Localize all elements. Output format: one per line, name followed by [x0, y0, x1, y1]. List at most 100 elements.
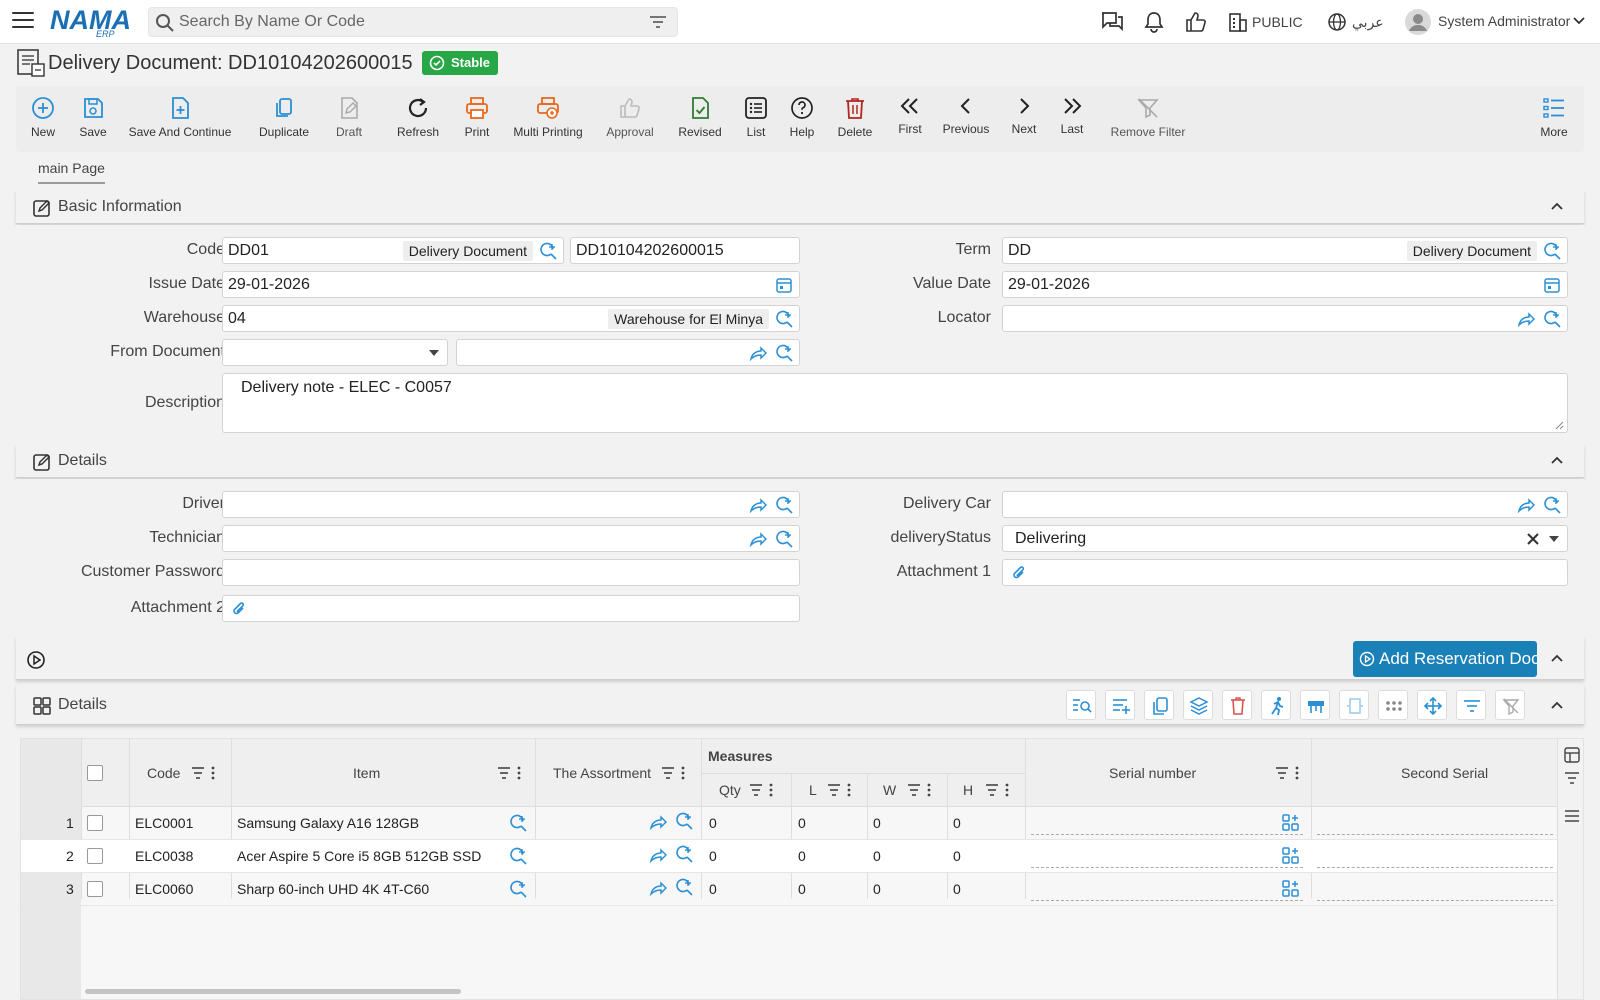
cell-w[interactable]: 0: [873, 881, 881, 897]
column-filter-icon[interactable]: [827, 783, 853, 797]
column-header-qty[interactable]: Qty: [719, 782, 741, 798]
delivery-car-field[interactable]: [1002, 491, 1568, 518]
refresh-button[interactable]: Refresh: [390, 86, 446, 152]
horizontal-scrollbar[interactable]: [85, 989, 461, 994]
share-icon[interactable]: [1517, 310, 1535, 328]
grid-move-button[interactable]: [1417, 690, 1447, 720]
grid-layers-button[interactable]: [1183, 690, 1213, 720]
cell-code[interactable]: ELC0038: [135, 848, 193, 864]
table-row[interactable]: 1 ELC0001 Samsung Galaxy A16 128GB 0 0 0…: [21, 807, 1557, 840]
second-serial-input[interactable]: [1317, 809, 1553, 835]
cell-h[interactable]: 0: [953, 848, 961, 864]
select-all-checkbox[interactable]: [87, 765, 103, 781]
driver-field[interactable]: [222, 491, 800, 518]
value-date-field[interactable]: 29-01-2026: [1002, 271, 1568, 298]
remove-filter-button[interactable]: Remove Filter: [1106, 86, 1190, 152]
add-reservation-button[interactable]: Add Reservation Doc: [1353, 641, 1537, 677]
grid-run-button[interactable]: [1261, 690, 1291, 720]
table-row[interactable]: 3 ELC0060 Sharp 60-inch UHD 4K 4T-C60 0 …: [21, 873, 1557, 906]
grid-delete-button[interactable]: [1222, 690, 1252, 720]
from-document-type-select[interactable]: [222, 339, 448, 366]
lookup-icon[interactable]: [1543, 242, 1561, 260]
share-icon[interactable]: [649, 813, 667, 831]
logo[interactable]: NAMA ERP: [50, 5, 132, 39]
table-row[interactable]: 2 ELC0038 Acer Aspire 5 Core i5 8GB 512G…: [21, 840, 1557, 873]
customer-password-field[interactable]: [222, 559, 800, 586]
add-serial-icon[interactable]: [1281, 879, 1301, 899]
approval-button[interactable]: Approval: [600, 86, 660, 152]
row-checkbox[interactable]: [87, 815, 103, 831]
lookup-icon[interactable]: [509, 847, 527, 865]
serial-number-input[interactable]: [1031, 875, 1303, 901]
cell-item[interactable]: Samsung Galaxy A16 128GB: [237, 815, 419, 831]
share-icon[interactable]: [749, 344, 767, 362]
technician-field[interactable]: [222, 525, 800, 552]
cell-w[interactable]: 0: [873, 815, 881, 831]
next-button[interactable]: Next: [1006, 86, 1042, 152]
bell-icon[interactable]: [1143, 11, 1165, 33]
chevron-up-icon[interactable]: [1550, 455, 1564, 465]
details-form-header[interactable]: Details: [16, 444, 1584, 478]
print-button[interactable]: Print: [456, 86, 498, 152]
serial-number-input[interactable]: [1031, 809, 1303, 835]
grid-copy-button[interactable]: [1144, 690, 1174, 720]
column-filter-icon[interactable]: [907, 783, 933, 797]
share-icon[interactable]: [649, 846, 667, 864]
caret-down-icon[interactable]: [1549, 536, 1559, 542]
last-button[interactable]: Last: [1054, 86, 1090, 152]
column-header-code[interactable]: Code: [147, 765, 180, 781]
search-input[interactable]: [179, 11, 629, 33]
grid-search-button[interactable]: [1066, 690, 1096, 720]
share-icon[interactable]: [649, 879, 667, 897]
cell-qty[interactable]: 0: [709, 881, 717, 897]
play-circle-icon[interactable]: [26, 650, 46, 670]
grid-remove-filter-button[interactable]: [1495, 690, 1525, 720]
lookup-icon[interactable]: [775, 496, 793, 514]
save-and-continue-button[interactable]: Save And Continue: [126, 86, 234, 152]
save-button[interactable]: Save: [72, 86, 114, 152]
menu-icon[interactable]: [1564, 809, 1580, 823]
grid-add-row-button[interactable]: [1105, 690, 1135, 720]
first-button[interactable]: First: [890, 86, 930, 152]
paperclip-icon[interactable]: [231, 600, 247, 618]
description-textarea[interactable]: Delivery note - ELEC - C0057: [222, 373, 1568, 433]
code-field[interactable]: DD01 Delivery Document: [222, 237, 564, 264]
row-checkbox[interactable]: [87, 848, 103, 864]
grid-options-button[interactable]: [1378, 690, 1408, 720]
calendar-icon[interactable]: [775, 276, 793, 294]
lookup-icon[interactable]: [1543, 496, 1561, 514]
lookup-icon[interactable]: [1543, 310, 1561, 328]
column-header-assortment[interactable]: The Assortment: [553, 765, 651, 781]
column-filter-icon[interactable]: [749, 783, 775, 797]
column-header-serial[interactable]: Serial number: [1109, 765, 1196, 781]
attachment-1-field[interactable]: [1002, 559, 1568, 586]
avatar[interactable]: [1404, 8, 1432, 36]
revised-button[interactable]: Revised: [672, 86, 728, 152]
attachment-2-field[interactable]: [222, 595, 800, 622]
new-button[interactable]: New: [22, 86, 64, 152]
cell-code[interactable]: ELC0060: [135, 881, 193, 897]
column-filter-icon[interactable]: [1275, 766, 1301, 780]
previous-button[interactable]: Previous: [938, 86, 994, 152]
column-filter-icon[interactable]: [191, 766, 217, 780]
more-button[interactable]: More: [1534, 86, 1574, 152]
paperclip-icon[interactable]: [1011, 564, 1027, 582]
term-field[interactable]: DD Delivery Document: [1002, 237, 1568, 264]
chevron-up-icon[interactable]: [1550, 653, 1564, 663]
issue-date-field[interactable]: 29-01-2026: [222, 271, 800, 298]
lookup-icon[interactable]: [675, 812, 693, 830]
company-label[interactable]: PUBLIC: [1252, 14, 1303, 30]
lookup-icon[interactable]: [675, 878, 693, 896]
lookup-icon[interactable]: [509, 880, 527, 898]
add-serial-icon[interactable]: [1281, 813, 1301, 833]
lookup-icon[interactable]: [675, 845, 693, 863]
table-settings-icon[interactable]: [1564, 747, 1580, 763]
user-name[interactable]: System Administrator: [1438, 13, 1570, 29]
share-icon[interactable]: [749, 530, 767, 548]
cell-qty[interactable]: 0: [709, 848, 717, 864]
grid-fit-button[interactable]: [1339, 690, 1369, 720]
cell-item[interactable]: Sharp 60-inch UHD 4K 4T-C60: [237, 881, 429, 897]
filter-icon[interactable]: [1564, 771, 1580, 785]
locator-field[interactable]: [1002, 305, 1568, 332]
thumbs-up-icon[interactable]: [1185, 11, 1207, 33]
